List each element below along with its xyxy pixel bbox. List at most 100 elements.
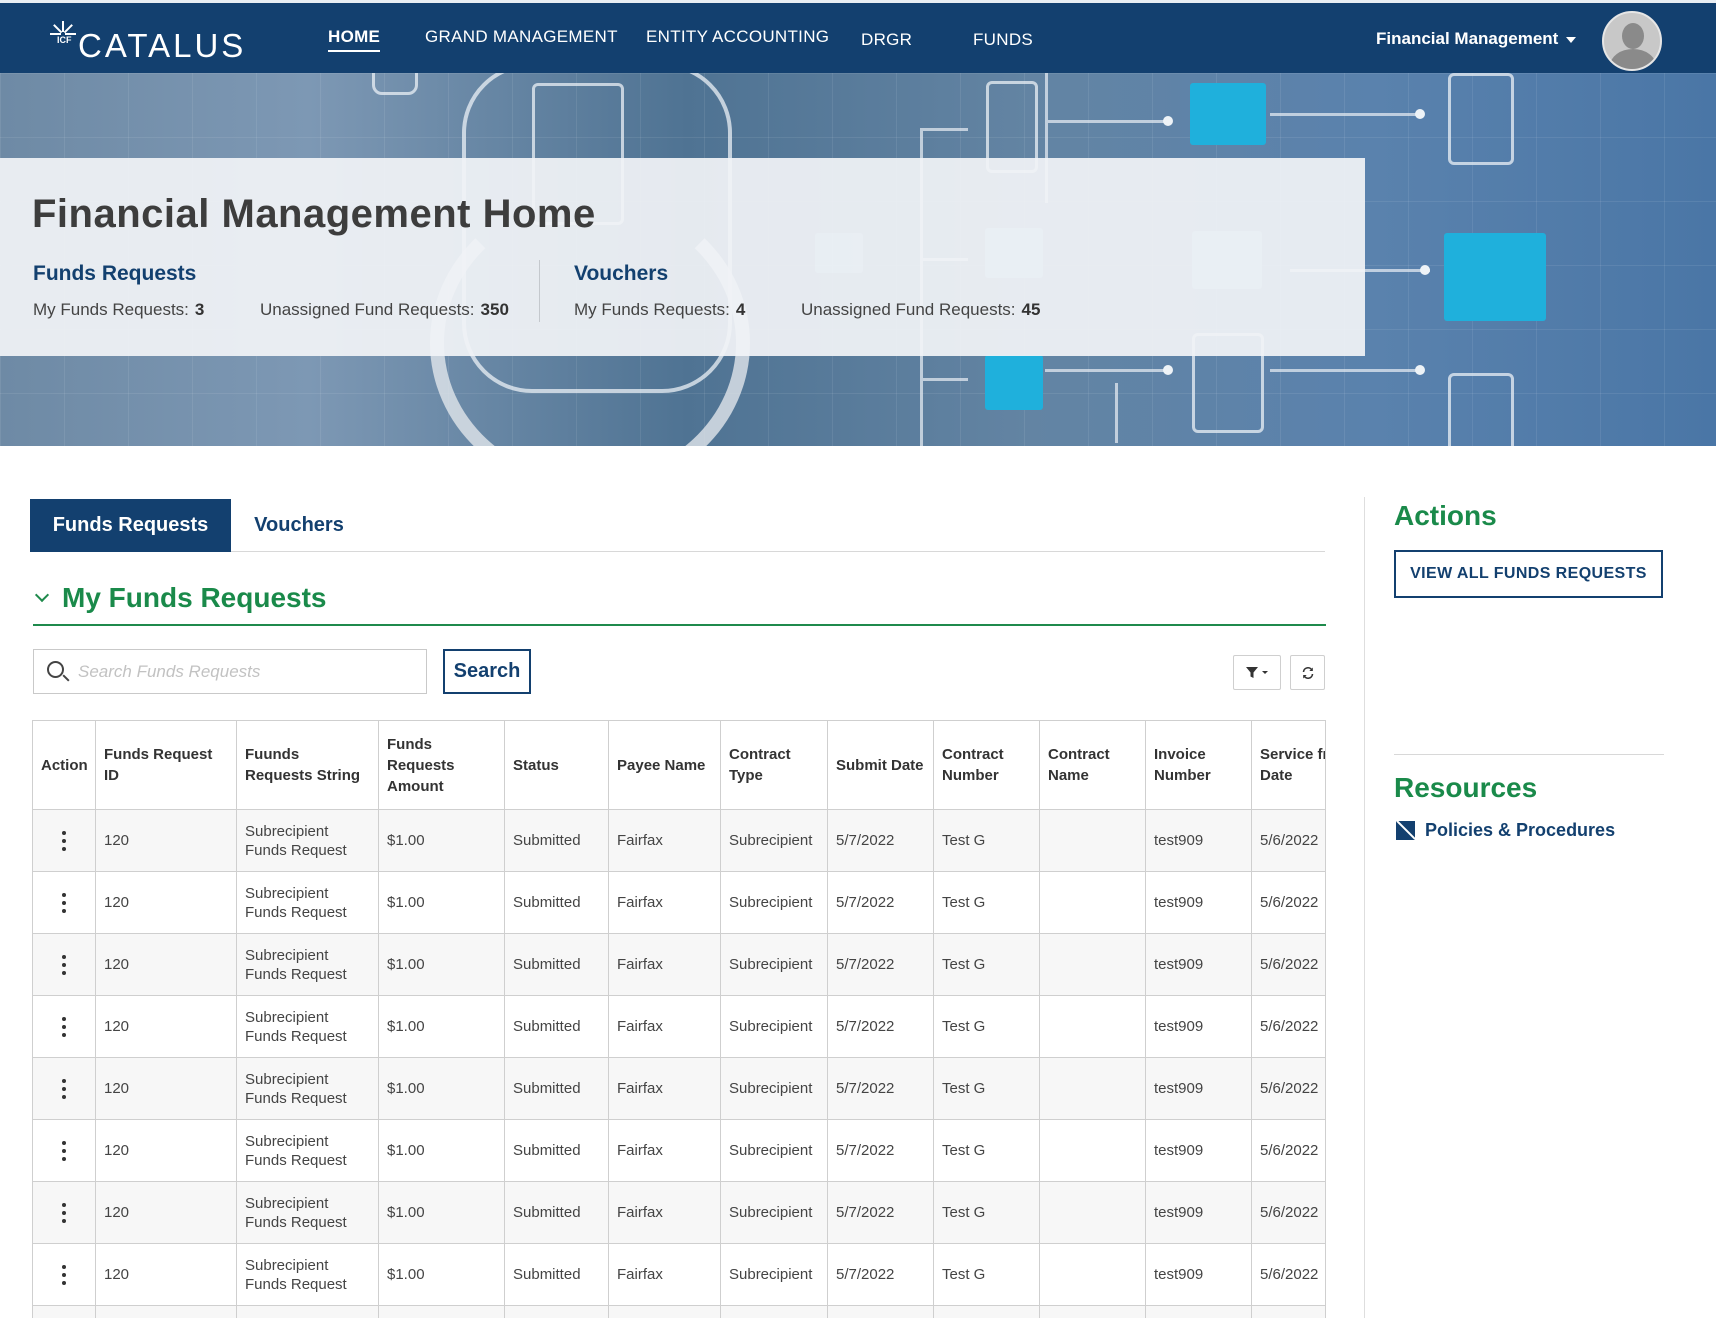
table-row[interactable]: 120Subrecipient Funds Request$1.00Submit… <box>32 1305 1325 1318</box>
column-header-service-from-date[interactable]: Service from Date <box>1251 720 1325 810</box>
column-header-contract-type[interactable]: Contract Type <box>720 720 828 810</box>
more-vertical-icon[interactable] <box>62 892 66 913</box>
cell-action[interactable] <box>32 1243 96 1306</box>
cell-contract-type: Subrecipient <box>720 1243 828 1306</box>
content-tabs: Funds Requests Vouchers <box>30 499 1325 552</box>
filter-button[interactable] <box>1233 655 1281 690</box>
table-row[interactable]: 120Subrecipient Funds Request$1.00Submit… <box>32 871 1325 934</box>
cell-contract-name <box>1039 809 1146 872</box>
table-body: 120 Subrecipient Funds Request $1.00 Submit… <box>32 809 1325 1318</box>
nav-funds[interactable]: FUNDS <box>973 30 1033 50</box>
caret-down-icon <box>1566 36 1577 43</box>
tab-vouchers[interactable]: Vouchers <box>231 499 367 552</box>
table-row[interactable]: 120Subrecipient Funds Request$1.00Submit… <box>32 1181 1325 1244</box>
cell-action[interactable] <box>32 1119 96 1182</box>
cell-funds-requests-string: Subrecipient Funds Request <box>236 933 379 996</box>
unassigned-funds-requests-stat: Unassigned Fund Requests: 350 <box>260 300 509 320</box>
cell-funds-requests-string: Subrecipient Funds Request <box>236 1057 379 1120</box>
cell-contract-type: Subrecipient <box>720 871 828 934</box>
cell-action[interactable] <box>32 1305 96 1318</box>
more-vertical-icon[interactable] <box>62 1078 66 1099</box>
column-header-action[interactable]: Action <box>32 720 96 810</box>
cell-action[interactable] <box>32 1181 96 1244</box>
table-row[interactable]: 120Subrecipient Funds Request$1.00Submit… <box>32 933 1325 996</box>
column-header-invoice-number[interactable]: Invoice Number <box>1145 720 1252 810</box>
cell-contract-type: Subrecipient <box>720 1119 828 1182</box>
search-field[interactable] <box>33 649 427 694</box>
stat-label: My Funds Requests: <box>574 300 730 319</box>
nav-entity-accounting[interactable]: ENTITY ACCOUNTING <box>646 27 829 47</box>
cell-status: Submitted <box>504 871 609 934</box>
cell-service-from-date: 5/6/2022 <box>1251 1119 1325 1182</box>
logo-text: CATALUS <box>78 27 247 64</box>
cell-action[interactable] <box>32 995 96 1058</box>
more-vertical-icon[interactable] <box>62 1264 66 1285</box>
nav-drgr[interactable]: DRGR <box>861 30 912 50</box>
cell-payee-name: Fairfax <box>608 809 721 872</box>
cell-invoice-number: test909 <box>1145 1243 1252 1306</box>
column-header-contract-number[interactable]: Contract Number <box>933 720 1040 810</box>
cell-status: Submitted <box>504 1181 609 1244</box>
cell-payee-name: Fairfax <box>608 1119 721 1182</box>
cell-funds-requests-amount: $1.00 <box>378 1119 505 1182</box>
cell-status: Submitted <box>504 995 609 1058</box>
cell-funds-request-id: 120 <box>95 1243 237 1306</box>
stat-value: 350 <box>480 300 509 319</box>
cell-contract-number: Test G <box>933 1305 1040 1318</box>
column-header-funds-request-id[interactable]: Funds Request ID <box>95 720 237 810</box>
column-header-contract-name[interactable]: Contract Name <box>1039 720 1146 810</box>
cell-action[interactable] <box>32 933 96 996</box>
resource-link-label: Policies & Procedures <box>1425 820 1616 840</box>
cell-action[interactable] <box>32 809 96 872</box>
cell-action[interactable] <box>32 1057 96 1120</box>
column-header-status[interactable]: Status <box>504 720 609 810</box>
chevron-down-icon[interactable] <box>34 587 50 603</box>
view-all-funds-requests-button[interactable]: VIEW ALL FUNDS REQUESTS <box>1394 550 1663 598</box>
cell-funds-request-id: 120 <box>95 933 237 996</box>
funds-requests-table-wrapper[interactable]: Action Funds Request ID Fuunds Requests … <box>32 720 1326 1318</box>
stat-value: 3 <box>194 300 205 319</box>
cell-funds-request-id: 120 <box>95 1181 237 1244</box>
cell-contract-number: Test G <box>933 809 1040 872</box>
cell-status: Submitted <box>504 933 609 996</box>
actions-title: Actions <box>1394 500 1497 531</box>
table-row[interactable]: 120Subrecipient Funds Request$1.00Submit… <box>32 809 1325 872</box>
cell-service-from-date: 5/6/2022 <box>1251 1057 1325 1120</box>
cell-funds-requests-amount: $1.00 <box>378 1057 505 1120</box>
column-header-funds-requests-string[interactable]: Fuunds Requests String <box>236 720 379 810</box>
cell-contract-name <box>1039 1243 1146 1306</box>
table-row[interactable]: 120Subrecipient Funds Request$1.00Submit… <box>32 1057 1325 1120</box>
vouchers-heading[interactable]: Vouchers <box>574 262 668 286</box>
catalus-logo[interactable]: ICF CATALUS <box>50 21 246 65</box>
folder-icon <box>985 355 1043 410</box>
nav-grand-management[interactable]: GRAND MANAGEMENT <box>425 27 618 47</box>
table-row[interactable]: 120Subrecipient Funds Request$1.00Submit… <box>32 1119 1325 1182</box>
more-vertical-icon[interactable] <box>62 1016 66 1037</box>
more-vertical-icon[interactable] <box>62 830 66 851</box>
more-vertical-icon[interactable] <box>62 954 66 975</box>
column-header-funds-requests-amount[interactable]: Funds Requests Amount <box>378 720 505 810</box>
cell-action[interactable] <box>32 871 96 934</box>
cell-contract-number: Test G <box>933 871 1040 934</box>
column-header-payee-name[interactable]: Payee Name <box>608 720 721 810</box>
cell-invoice-number: test909 <box>1145 995 1252 1058</box>
refresh-icon <box>1302 666 1313 679</box>
module-menu[interactable]: Financial Management <box>1376 29 1577 49</box>
search-input[interactable] <box>78 650 418 693</box>
resource-link-policies-procedures[interactable]: Policies & Procedures <box>1396 820 1615 841</box>
funds-requests-heading[interactable]: Funds Requests <box>33 262 196 286</box>
cell-invoice-number: test909 <box>1145 1119 1252 1182</box>
search-button[interactable]: Search <box>443 649 531 694</box>
more-vertical-icon[interactable] <box>62 1140 66 1161</box>
more-vertical-icon[interactable] <box>62 1202 66 1223</box>
cell-submit-date: 5/7/2022 <box>827 871 934 934</box>
refresh-button[interactable] <box>1290 655 1325 690</box>
table-row[interactable]: 120Subrecipient Funds Request$1.00Submit… <box>32 995 1325 1058</box>
tab-funds-requests[interactable]: Funds Requests <box>30 499 231 552</box>
nav-home[interactable]: HOME <box>328 27 381 52</box>
my-funds-requests-header[interactable]: My Funds Requests <box>33 580 1326 626</box>
table-row[interactable]: 120Subrecipient Funds Request$1.00Submit… <box>32 1243 1325 1306</box>
column-header-submit-date[interactable]: Submit Date <box>827 720 934 810</box>
user-avatar[interactable] <box>1602 11 1662 71</box>
cell-payee-name: Fairfax <box>608 1057 721 1120</box>
